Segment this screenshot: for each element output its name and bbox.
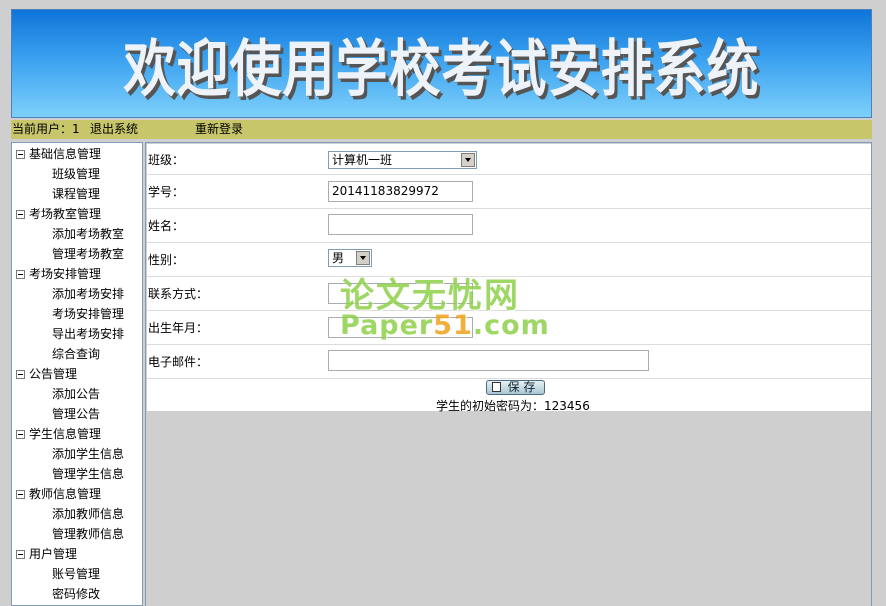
tree-group-label: 学生信息管理	[29, 427, 102, 441]
form-row-name: 姓名：	[147, 209, 871, 243]
tree-group-label: 用户管理	[29, 547, 78, 561]
user-bar: 当前用户： 1 退出系统 重新登录	[11, 120, 872, 139]
birth-input[interactable]	[328, 317, 473, 338]
tree-group-label: 考场安排管理	[29, 267, 102, 281]
tree-group-label: 考场教室管理	[29, 207, 102, 221]
banner: 欢迎使用学校考试安排系统	[11, 9, 872, 118]
name-label: 姓名：	[148, 219, 185, 233]
email-label: 电子邮件：	[148, 355, 209, 369]
form-row-class: 班级： 计算机一班	[147, 144, 871, 175]
tree-group-student-info[interactable]: 学生信息管理	[16, 424, 101, 444]
tree-group-label: 公告管理	[29, 367, 78, 381]
sidebar-item-export-exam-arrange[interactable]: 导出考场安排	[52, 324, 124, 344]
form-row-email: 电子邮件：	[147, 345, 871, 379]
sidebar-item-change-password[interactable]: 密码修改	[52, 584, 100, 604]
tree-group-notice[interactable]: 公告管理	[16, 364, 77, 384]
collapse-icon[interactable]	[16, 210, 25, 219]
sidebar-item-add-student[interactable]: 添加学生信息	[52, 444, 124, 464]
sidebar-item-exam-arrange-manage[interactable]: 考场安排管理	[52, 304, 124, 324]
tree-group-teacher-info[interactable]: 教师信息管理	[16, 484, 101, 504]
sidebar-item-manage-student[interactable]: 管理学生信息	[52, 464, 124, 484]
sidebar-item-add-exam-room[interactable]: 添加考场教室	[52, 224, 124, 244]
gender-select-value: 男	[332, 251, 345, 265]
logout-link[interactable]: 退出系统	[90, 120, 138, 139]
name-input[interactable]	[328, 214, 473, 235]
sidebar-item-add-exam-arrange[interactable]: 添加考场安排	[52, 284, 124, 304]
collapse-icon[interactable]	[16, 370, 25, 379]
sidebar-item-add-notice[interactable]: 添加公告	[52, 384, 100, 404]
contact-input[interactable]	[328, 283, 473, 304]
save-button-label: 保 存	[507, 380, 536, 394]
tree-group-basic-info[interactable]: 基础信息管理	[16, 144, 101, 164]
current-user-value: 1	[72, 122, 80, 136]
sidebar-item-course-manage[interactable]: 课程管理	[52, 184, 100, 204]
gender-label: 性别：	[148, 253, 185, 267]
form-row-student-no: 学号： 20141183829972	[147, 175, 871, 209]
class-select[interactable]: 计算机一班	[328, 151, 477, 169]
sidebar-item-account-manage[interactable]: 账号管理	[52, 564, 100, 584]
sidebar-item-manage-exam-room[interactable]: 管理考场教室	[52, 244, 124, 264]
initial-password-label: 学生的初始密码为：	[436, 399, 545, 413]
tree-group-user-manage[interactable]: 用户管理	[16, 544, 77, 564]
initial-password-note: 学生的初始密码为：123456	[436, 397, 590, 414]
student-no-input[interactable]: 20141183829972	[328, 181, 473, 202]
sidebar-item-combined-query[interactable]: 综合查询	[52, 344, 100, 364]
chevron-down-icon[interactable]	[356, 251, 370, 265]
sidebar-item-add-teacher[interactable]: 添加教师信息	[52, 504, 124, 524]
tree-group-exam-arrange[interactable]: 考场安排管理	[16, 264, 101, 284]
form-row-gender: 性别： 男	[147, 243, 871, 277]
gender-select[interactable]: 男	[328, 249, 372, 267]
save-icon	[492, 382, 501, 392]
relogin-link[interactable]: 重新登录	[195, 120, 243, 139]
save-button[interactable]: 保 存	[486, 380, 545, 395]
tree-group-label: 教师信息管理	[29, 487, 102, 501]
sidebar-tree: 基础信息管理 班级管理 课程管理 考场教室管理 添加考场教室 管理考场教室 考场…	[11, 142, 143, 606]
chevron-down-icon[interactable]	[461, 153, 475, 167]
email-input[interactable]	[328, 350, 649, 371]
sidebar-item-class-manage[interactable]: 班级管理	[52, 164, 100, 184]
class-label: 班级：	[148, 152, 185, 167]
collapse-icon[interactable]	[16, 150, 25, 159]
collapse-icon[interactable]	[16, 270, 25, 279]
tree-group-exam-room[interactable]: 考场教室管理	[16, 204, 101, 224]
initial-password-value: 123456	[544, 399, 590, 413]
collapse-icon[interactable]	[16, 430, 25, 439]
contact-label: 联系方式：	[148, 287, 209, 301]
sidebar-item-manage-notice[interactable]: 管理公告	[52, 404, 100, 424]
sidebar-item-manage-teacher[interactable]: 管理教师信息	[52, 524, 124, 544]
add-student-form: 班级： 计算机一班 学号： 20141183829972 姓名： 性别： 男 联…	[147, 144, 871, 414]
collapse-icon[interactable]	[16, 490, 25, 499]
form-row-contact: 联系方式：	[147, 277, 871, 311]
collapse-icon[interactable]	[16, 550, 25, 559]
class-select-value: 计算机一班	[332, 153, 393, 167]
tree-group-label: 基础信息管理	[29, 147, 102, 161]
student-no-label: 学号：	[148, 185, 185, 199]
current-user-label: 当前用户：	[12, 122, 73, 136]
banner-title: 欢迎使用学校考试安排系统	[123, 34, 760, 106]
form-row-birth: 出生年月：	[147, 311, 871, 345]
birth-label: 出生年月：	[148, 321, 209, 335]
main-panel: 班级： 计算机一班 学号： 20141183829972 姓名： 性别： 男 联…	[145, 142, 872, 606]
